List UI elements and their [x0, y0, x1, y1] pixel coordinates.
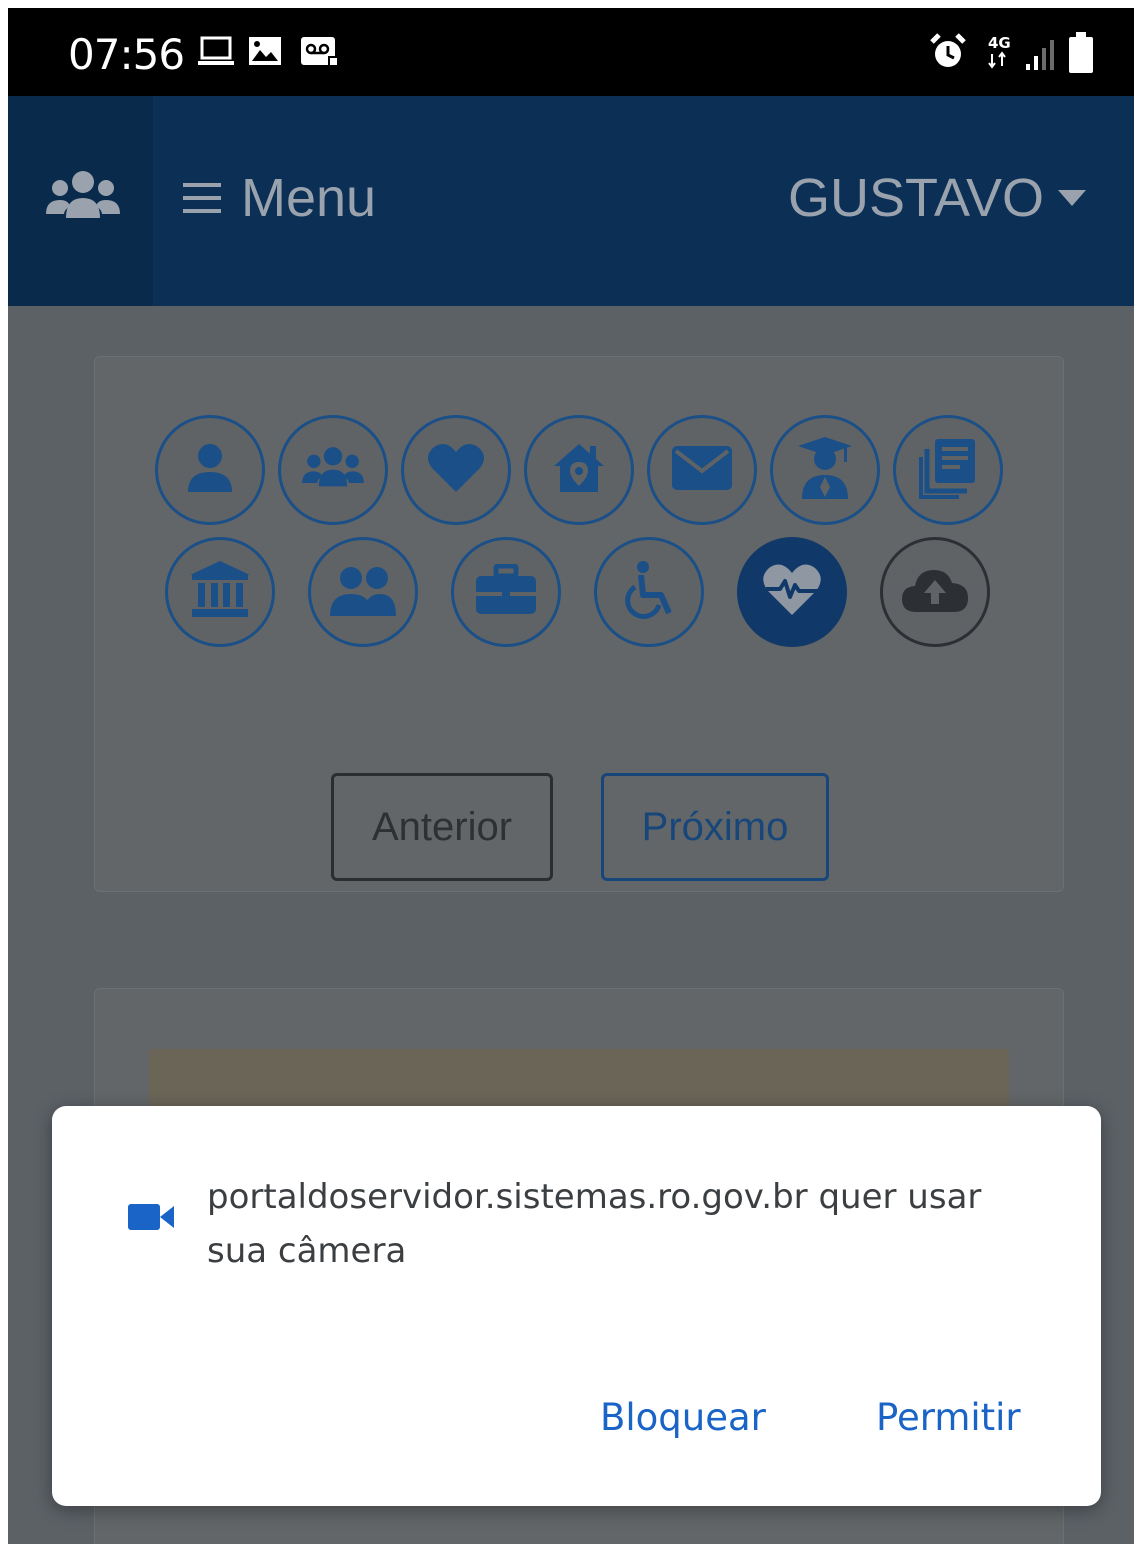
- user-dropdown[interactable]: GUSTAVO: [788, 168, 1086, 228]
- user-icon: [182, 440, 238, 501]
- camera-icon: [128, 1202, 174, 1237]
- header-icon-area[interactable]: [8, 96, 153, 306]
- alarm-icon: [928, 32, 968, 77]
- voicemail-icon: [300, 36, 340, 73]
- step-relatives[interactable]: [308, 537, 418, 647]
- team-icon[interactable]: [46, 166, 120, 231]
- hamburger-icon: [183, 183, 221, 213]
- allow-button[interactable]: Permitir: [876, 1396, 1021, 1439]
- step-dependents[interactable]: [278, 415, 388, 525]
- permission-message: portaldoservidor.sistemas.ro.gov.br quer…: [207, 1177, 982, 1271]
- institution-icon: [190, 560, 250, 624]
- menu-label: Menu: [241, 168, 377, 228]
- user-name: GUSTAVO: [787, 168, 1044, 228]
- envelope-icon: [671, 445, 733, 496]
- documents-icon: [919, 437, 977, 504]
- wizard-card: Anterior Próximo: [94, 356, 1064, 892]
- signal-icon: [1024, 38, 1058, 77]
- status-time: 07:56: [68, 30, 185, 79]
- step-personal-data[interactable]: [155, 415, 265, 525]
- home-location-icon: [550, 440, 608, 501]
- step-address[interactable]: [524, 415, 634, 525]
- step-documents[interactable]: [893, 415, 1003, 525]
- previous-button[interactable]: Anterior: [331, 773, 553, 881]
- camera-permission-dialog: portaldoservidor.sistemas.ro.gov.br quer…: [52, 1106, 1101, 1506]
- cloud-upload-icon: [902, 566, 968, 619]
- step-bank[interactable]: [165, 537, 275, 647]
- laptop-icon: [198, 36, 234, 71]
- menu-button[interactable]: Menu: [183, 168, 376, 228]
- heartbeat-icon: [762, 563, 822, 622]
- image-icon: [248, 36, 282, 71]
- step-education[interactable]: [770, 415, 880, 525]
- svg-text:4G: 4G: [988, 34, 1011, 52]
- network-4g-icon: 4G: [986, 32, 1016, 75]
- step-health[interactable]: [737, 537, 847, 647]
- step-upload[interactable]: [880, 537, 990, 647]
- wheelchair-icon: [621, 560, 677, 624]
- next-button[interactable]: Próximo: [601, 773, 829, 881]
- users-group-icon: [298, 443, 368, 498]
- status-bar: 07:56 4G: [8, 8, 1134, 96]
- briefcase-icon: [476, 563, 536, 621]
- graduate-icon: [798, 436, 852, 504]
- caret-down-icon: [1058, 190, 1086, 206]
- step-contact[interactable]: [647, 415, 757, 525]
- step-marital[interactable]: [401, 415, 511, 525]
- users-pair-icon: [330, 564, 396, 621]
- app-header: Menu GUSTAVO: [8, 96, 1134, 306]
- heart-icon: [427, 442, 485, 499]
- step-disability[interactable]: [594, 537, 704, 647]
- block-button[interactable]: Bloquear: [600, 1396, 766, 1439]
- step-employment[interactable]: [451, 537, 561, 647]
- battery-icon: [1068, 32, 1094, 79]
